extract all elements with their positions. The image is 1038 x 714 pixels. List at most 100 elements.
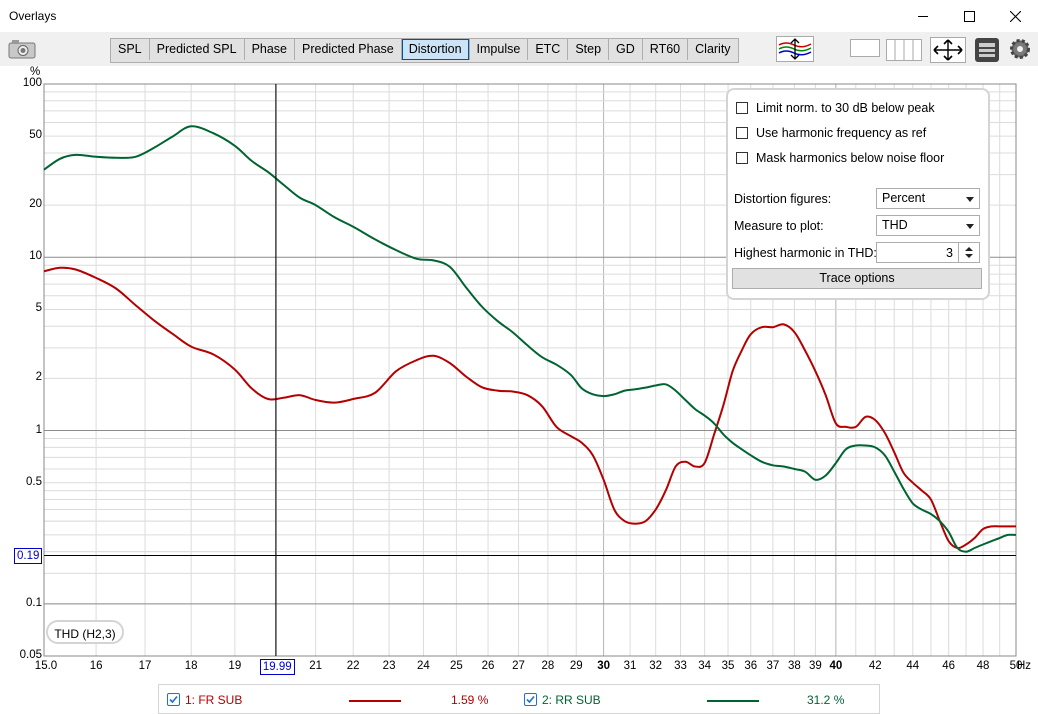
camera-icon[interactable]	[8, 39, 36, 62]
plot-measure-label[interactable]: THD (H2,3)	[46, 620, 124, 644]
x-tick-label: 16	[89, 660, 103, 672]
x-tick-label: 30	[597, 660, 610, 672]
tab-etc[interactable]: ETC	[528, 39, 569, 60]
layout-icon[interactable]	[974, 37, 1000, 66]
columns-icon[interactable]	[886, 39, 922, 64]
x-tick-label: 21	[309, 660, 323, 672]
x-tick-label: 29	[569, 660, 583, 672]
y-tick-label: 100	[22, 77, 42, 89]
limit-norm-label: Limit norm. to 30 dB below peak	[756, 101, 935, 115]
legend-checkbox-1[interactable]	[167, 693, 180, 706]
legend-swatch-1	[349, 700, 401, 702]
harmonic-ref-checkbox[interactable]	[736, 127, 748, 139]
x-tick-label: 27	[512, 660, 525, 672]
x-tick-label: 42	[868, 660, 882, 672]
move-arrows-icon[interactable]	[930, 37, 966, 66]
cursor-y-readout: 0.19	[14, 547, 43, 564]
x-tick-label: 46	[942, 660, 956, 672]
highest-harmonic-value: 3	[946, 246, 953, 260]
tab-phase[interactable]: Phase	[245, 39, 296, 60]
x-tick-label: 38	[788, 660, 801, 672]
cursor-x-readout: 19.99	[259, 659, 295, 675]
spinner-arrows-icon	[965, 247, 973, 258]
x-tick-label: 44	[906, 660, 920, 672]
x-tick-label: 35	[721, 660, 735, 672]
x-tick-label: 39	[809, 660, 822, 672]
y-tick-label: 5	[35, 302, 42, 315]
x-tick-label: 40	[829, 660, 843, 672]
checkmark-icon	[169, 695, 178, 704]
title-bar: Overlays	[0, 0, 1038, 32]
x-tick-label: 28	[541, 660, 555, 672]
chevron-down-icon	[966, 224, 974, 229]
y-tick-label: 50	[29, 129, 42, 142]
x-tick-label: 48	[976, 660, 990, 672]
legend: 1: FR SUB 1.59 % 2: RR SUB 31.2 %	[158, 684, 880, 714]
mask-harmonics-label: Mask harmonics below noise floor	[756, 151, 945, 165]
x-tick-label: 24	[417, 660, 430, 672]
x-tick-label: 18	[184, 660, 198, 672]
distortion-figures-label: Distortion figures:	[734, 192, 832, 206]
harmonic-ref-label: Use harmonic frequency as ref	[756, 126, 927, 140]
x-tick-label: 19	[228, 660, 242, 672]
tab-step[interactable]: Step	[568, 39, 610, 60]
tab-predicted-spl[interactable]: Predicted SPL	[150, 39, 245, 60]
close-button[interactable]	[992, 0, 1038, 32]
legend-label-1: 1: FR SUB	[185, 693, 243, 707]
legend-value-1: 1.59 %	[451, 693, 489, 707]
measure-to-plot-value: THD	[882, 218, 908, 232]
overlay-arrange-icon[interactable]	[776, 36, 814, 65]
x-tick-label: 23	[382, 660, 396, 672]
tab-predicted-phase[interactable]: Predicted Phase	[295, 39, 402, 60]
x-tick-label: 32	[649, 660, 663, 672]
tab-gd[interactable]: GD	[609, 39, 643, 60]
spinner-buttons[interactable]	[958, 243, 979, 262]
close-icon	[1009, 10, 1021, 22]
distortion-figures-select[interactable]: Percent	[876, 188, 980, 209]
legend-label-2: 2: RR SUB	[542, 693, 601, 707]
y-tick-label: 1	[35, 423, 42, 436]
y-tick-label: 2	[35, 371, 42, 384]
mask-harmonics-checkbox[interactable]	[736, 152, 748, 164]
tab-rt60[interactable]: RT60	[643, 39, 689, 60]
x-tick-label: 33	[674, 660, 687, 672]
y-tick-label: 0.1	[26, 596, 42, 609]
view-tabs: SPL Predicted SPL Phase Predicted Phase Dist…	[110, 38, 739, 63]
highest-harmonic-label: Highest harmonic in THD:	[734, 246, 877, 260]
maximize-icon	[963, 10, 975, 22]
blank-panel-icon[interactable]	[850, 39, 880, 57]
tab-clarity[interactable]: Clarity	[688, 39, 737, 60]
tab-distortion[interactable]: Distortion	[401, 39, 470, 60]
y-tick-label: 10	[29, 250, 42, 263]
x-tick-label: 26	[481, 660, 495, 672]
tab-impulse[interactable]: Impulse	[470, 39, 529, 60]
limit-norm-checkbox[interactable]	[736, 102, 748, 114]
x-tick-label: 37	[766, 660, 780, 672]
checkmark-icon	[526, 695, 535, 704]
measure-to-plot-select[interactable]: THD	[876, 215, 980, 236]
limit-norm-checkbox-row[interactable]: Limit norm. to 30 dB below peak	[736, 100, 935, 116]
x-tick-label: 17	[138, 660, 152, 672]
x-tick-label: 15.0	[34, 660, 58, 672]
y-tick-label: 20	[29, 198, 42, 211]
maximize-button[interactable]	[946, 0, 992, 32]
distortion-figures-value: Percent	[882, 191, 926, 205]
x-tick-label: 36	[744, 660, 758, 672]
gear-icon[interactable]	[1008, 37, 1032, 64]
measure-to-plot-label: Measure to plot:	[734, 219, 824, 233]
highest-harmonic-spinner[interactable]: 3	[876, 242, 980, 263]
x-tick-label: 50	[1009, 660, 1023, 672]
trace-options-button[interactable]: Trace options	[732, 268, 982, 289]
legend-checkbox-2[interactable]	[524, 693, 537, 706]
y-tick-label: 0.5	[26, 475, 42, 488]
x-tick-label: 22	[346, 660, 360, 672]
window-title: Overlays	[9, 9, 57, 23]
harmonic-ref-checkbox-row[interactable]: Use harmonic frequency as ref	[736, 125, 926, 141]
tab-spl[interactable]: SPL	[111, 39, 150, 60]
minimize-button[interactable]	[900, 0, 946, 32]
chevron-down-icon	[966, 197, 974, 202]
mask-harmonics-checkbox-row[interactable]: Mask harmonics below noise floor	[736, 150, 944, 166]
minimize-icon	[918, 15, 928, 17]
x-tick-label: 31	[623, 660, 637, 672]
x-tick-label: 34	[698, 660, 712, 672]
